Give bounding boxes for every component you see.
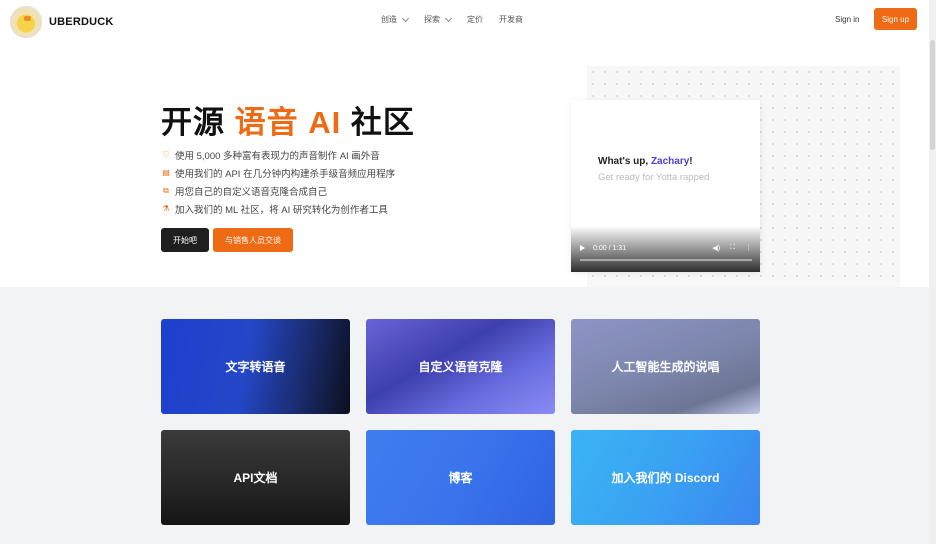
nav-link-pricing[interactable]: 定价 xyxy=(467,14,483,25)
nav-link-label: 创造 xyxy=(381,15,397,24)
chevron-down-icon xyxy=(444,14,453,22)
feature-list: ♡ 使用 5,000 多种富有表现力的声音制作 AI 画外音 ▤ 使用我们的 A… xyxy=(162,146,395,218)
chevron-down-icon xyxy=(401,14,410,22)
feature-text: 用您自己的自定义语音克隆合成自己 xyxy=(175,187,328,198)
sign-in-link[interactable]: Sign in xyxy=(835,15,859,24)
video-time: 0:00 / 1:31 xyxy=(593,244,627,252)
hero-title-part1: 开源 xyxy=(161,105,235,140)
nav-link-developers[interactable]: 开发商 xyxy=(499,14,523,25)
clone-icon: ⧉ xyxy=(163,186,169,195)
feature-text: 加入我们的 ML 社区，将 AI 研究转化为创作者工具 xyxy=(175,205,388,216)
code-icon: ▤ xyxy=(162,168,170,177)
card-api-docs[interactable]: API文档 xyxy=(161,430,350,525)
page-scrollbar[interactable] xyxy=(929,0,936,544)
card-custom-voice-clone[interactable]: 自定义语音克隆 xyxy=(366,319,555,414)
caption-suffix: ! xyxy=(689,156,693,167)
card-join-discord[interactable]: 加入我们的 Discord xyxy=(571,430,760,525)
get-started-button[interactable]: 开始吧 xyxy=(161,228,209,252)
brand-logo[interactable]: UBERDUCK xyxy=(10,6,114,38)
sign-up-button[interactable]: Sign up xyxy=(874,8,917,30)
feature-text: 使用我们的 API 在几分钟内构建杀手级音频应用程序 xyxy=(175,169,396,180)
feature-item: ▤ 使用我们的 API 在几分钟内构建杀手级音频应用程序 xyxy=(162,164,395,182)
flask-icon: ⚗ xyxy=(162,204,170,213)
play-icon[interactable] xyxy=(580,245,585,251)
volume-icon[interactable]: ◀) xyxy=(712,244,720,252)
nav-link-create[interactable]: 创造 xyxy=(381,14,410,25)
hero-title-highlight: 语音 AI xyxy=(234,105,342,140)
feature-item: ⚗ 加入我们的 ML 社区，将 AI 研究转化为创作者工具 xyxy=(162,200,395,218)
brand-name: UBERDUCK xyxy=(49,16,114,28)
card-blog[interactable]: 博客 xyxy=(366,430,555,525)
hero-title: 开源 语音 AI 社区 xyxy=(161,97,415,142)
video-player[interactable]: What's up, Zachary! Get ready for Yotta … xyxy=(571,100,760,272)
scrollbar-thumb[interactable] xyxy=(930,40,935,150)
nav-link-label: 定价 xyxy=(467,15,483,24)
video-progress-bar[interactable] xyxy=(580,259,752,261)
caption-name: Zachary xyxy=(650,156,690,167)
feature-item: ⧉ 用您自己的自定义语音克隆合成自己 xyxy=(162,182,395,200)
fullscreen-icon[interactable]: ⛶ xyxy=(730,244,735,252)
nav-link-label: 开发商 xyxy=(499,15,523,24)
caption-prefix: What's up, xyxy=(598,156,651,167)
more-options-icon[interactable]: ⋮ xyxy=(745,244,752,252)
nav-links: 创造 探索 定价 开发商 xyxy=(381,14,539,25)
talk-to-sales-button[interactable]: 与销售人员交谈 xyxy=(213,228,293,252)
card-text-to-speech[interactable]: 文字转语音 xyxy=(161,319,350,414)
video-caption-line2: Get ready for Yotta rapped xyxy=(598,172,710,183)
video-controls: 0:00 / 1:31 ◀) ⛶ ⋮ xyxy=(580,244,752,252)
feature-item: ♡ 使用 5,000 多种富有表现力的声音制作 AI 画外音 xyxy=(162,146,395,164)
heart-icon: ♡ xyxy=(162,150,170,159)
nav-link-explore[interactable]: 探索 xyxy=(424,14,453,25)
feature-text: 使用 5,000 多种富有表现力的声音制作 AI 画外音 xyxy=(175,151,380,162)
card-ai-rap[interactable]: 人工智能生成的说唱 xyxy=(571,319,760,414)
video-caption-line1: What's up, Zachary! xyxy=(598,156,693,167)
hero-title-part2: 社区 xyxy=(341,105,415,140)
duck-logo-icon xyxy=(10,6,42,38)
top-nav: UBERDUCK 创造 探索 定价 开发商 Sign in Sign up xyxy=(0,0,936,40)
nav-link-label: 探索 xyxy=(424,15,440,24)
